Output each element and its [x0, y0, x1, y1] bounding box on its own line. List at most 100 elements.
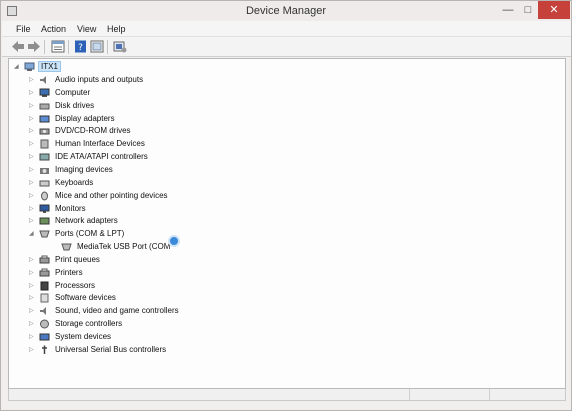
back-arrow-icon[interactable] — [11, 40, 25, 53]
tree-item-label: Processors — [55, 280, 96, 290]
tree-item-label: Ports (COM & LPT) — [55, 229, 125, 239]
expand-arrow-icon[interactable]: ▷ — [29, 294, 34, 301]
tree-item-label: Storage controllers — [55, 319, 123, 329]
expand-arrow-icon[interactable]: ▷ — [29, 76, 34, 83]
tree-category-item[interactable]: ▷ Printers — [29, 267, 279, 279]
display-adapter-icon — [39, 115, 50, 123]
menu-help[interactable]: Help — [107, 24, 126, 34]
tree-category-item[interactable]: ▷ Mice and other pointing devices — [29, 190, 279, 202]
tree-category-item[interactable]: ▷ Display adapters — [29, 113, 279, 125]
show-hidden-icon[interactable] — [90, 40, 104, 53]
monitor-icon — [39, 204, 50, 213]
tree-root-itx1[interactable]: ◢ ITX1 — [14, 61, 74, 73]
tree-category-item[interactable]: ▷ Disk drives — [29, 100, 279, 112]
menu-view[interactable]: View — [77, 24, 96, 34]
computer-icon — [39, 88, 50, 97]
tree-item-label: Display adapters — [55, 113, 115, 123]
tree-category-item[interactable]: ◢ Ports (COM & LPT) — [29, 228, 279, 240]
system-icon — [39, 333, 50, 341]
tree-category-item[interactable]: ▷ IDE ATA/ATAPI controllers — [29, 151, 279, 163]
expand-arrow-icon[interactable]: ▷ — [29, 89, 34, 96]
expand-arrow-icon[interactable]: ▷ — [29, 346, 34, 353]
tree-item-label: Mice and other pointing devices — [55, 190, 168, 200]
tree-category-item[interactable]: ▷ Storage controllers — [29, 318, 279, 330]
pointer-cursor — [168, 235, 180, 247]
storage-icon — [40, 319, 49, 329]
expand-arrow-icon[interactable]: ▷ — [29, 282, 34, 289]
expand-arrow-icon[interactable]: ▷ — [29, 179, 34, 186]
device-manager-window: Device Manager — □ ✕ File Action View He… — [0, 0, 572, 411]
expand-arrow-icon[interactable]: ▷ — [29, 217, 34, 224]
menu-bar: File Action View Help — [2, 21, 571, 37]
computer-icon — [24, 62, 35, 71]
expand-arrow-icon[interactable]: ▷ — [29, 140, 34, 147]
tree-category-item[interactable]: ▷ Sound, video and game controllers — [29, 305, 279, 317]
svg-text:?: ? — [78, 43, 83, 53]
tree-child-item[interactable]: MediaTek USB Port (COM — [39, 241, 289, 253]
tree-item-label: Monitors — [55, 203, 86, 213]
tree-category-item[interactable]: ▷ Human Interface Devices — [29, 138, 279, 150]
menu-file[interactable]: File — [16, 24, 31, 34]
maximize-button[interactable]: □ — [518, 1, 538, 19]
close-button[interactable]: ✕ — [538, 1, 570, 19]
tree-category-item[interactable]: ▷ Computer — [29, 87, 279, 99]
camera-icon — [40, 167, 49, 174]
expand-arrow-icon[interactable]: ▷ — [29, 307, 34, 314]
usb-icon — [42, 345, 47, 354]
expand-arrow-icon[interactable]: ▷ — [29, 192, 34, 199]
properties-icon[interactable] — [51, 40, 65, 53]
expand-arrow-icon[interactable]: ▷ — [29, 127, 34, 134]
tree-item-label: MediaTek USB Port (COM — [77, 242, 171, 252]
tree-category-item[interactable]: ▷ Software devices — [29, 292, 279, 304]
software-device-icon — [40, 293, 49, 303]
menu-action[interactable]: Action — [41, 24, 66, 34]
expand-arrow-icon[interactable]: ▷ — [29, 153, 34, 160]
tree-category-item[interactable]: ▷ Keyboards — [29, 177, 279, 189]
forward-arrow-icon[interactable] — [27, 40, 41, 53]
status-bar — [8, 389, 566, 401]
collapse-arrow-icon[interactable]: ◢ — [14, 63, 19, 70]
tree-item-label: IDE ATA/ATAPI controllers — [55, 152, 148, 162]
toolbar-separator — [68, 40, 69, 54]
tree-category-item[interactable]: ▷ Processors — [29, 280, 279, 292]
toolbar-separator — [107, 40, 108, 54]
expand-arrow-icon[interactable]: ▷ — [29, 320, 34, 327]
speaker-icon — [40, 76, 46, 84]
minimize-button[interactable]: — — [498, 1, 518, 19]
tree-item-label: Sound, video and game controllers — [55, 306, 179, 316]
collapse-arrow-icon[interactable]: ◢ — [29, 230, 34, 237]
expand-arrow-icon[interactable]: ▷ — [29, 115, 34, 122]
port-icon — [39, 230, 50, 238]
tree-category-item[interactable]: ▷ Audio inputs and outputs — [29, 74, 279, 86]
scan-hardware-icon[interactable] — [113, 40, 127, 53]
tree-category-item[interactable]: ▷ Imaging devices — [29, 164, 279, 176]
device-tree[interactable]: ◢ ITX1 ▷ Audio inputs and outputs ▷ Compute… — [8, 58, 566, 389]
tree-item-label: Disk drives — [55, 100, 95, 110]
tree-item-label: Human Interface Devices — [55, 139, 145, 149]
tree-category-item[interactable]: ▷ Print queues — [29, 254, 279, 266]
tree-item-label: Software devices — [55, 293, 116, 303]
port-icon — [61, 243, 72, 251]
status-divider — [489, 389, 490, 400]
tree-category-item[interactable]: ▷ Universal Serial Bus controllers — [29, 344, 279, 356]
tree-item-label: Network adapters — [55, 216, 118, 226]
keyboard-icon — [39, 180, 50, 187]
title-bar[interactable]: Device Manager — □ ✕ — [1, 1, 571, 21]
help-icon[interactable]: ? — [74, 40, 88, 53]
ide-controller-icon — [39, 153, 50, 161]
expand-arrow-icon[interactable]: ▷ — [29, 269, 34, 276]
tree-category-item[interactable]: ▷ DVD/CD-ROM drives — [29, 125, 279, 137]
tree-category-item[interactable]: ▷ Network adapters — [29, 215, 279, 227]
tree-category-item[interactable]: ▷ System devices — [29, 331, 279, 343]
window-title: Device Manager — [245, 5, 327, 17]
expand-arrow-icon[interactable]: ▷ — [29, 256, 34, 263]
expand-arrow-icon[interactable]: ▷ — [29, 102, 34, 109]
expand-arrow-icon[interactable]: ▷ — [29, 166, 34, 173]
tree-item-label: Keyboards — [55, 177, 94, 187]
expand-arrow-icon[interactable]: ▷ — [29, 333, 34, 340]
tree-category-item[interactable]: ▷ Monitors — [29, 203, 279, 215]
network-icon — [39, 217, 50, 225]
expand-arrow-icon[interactable]: ▷ — [29, 205, 34, 212]
printer-icon — [39, 268, 50, 277]
tree-root-label: ITX1 — [38, 61, 61, 72]
